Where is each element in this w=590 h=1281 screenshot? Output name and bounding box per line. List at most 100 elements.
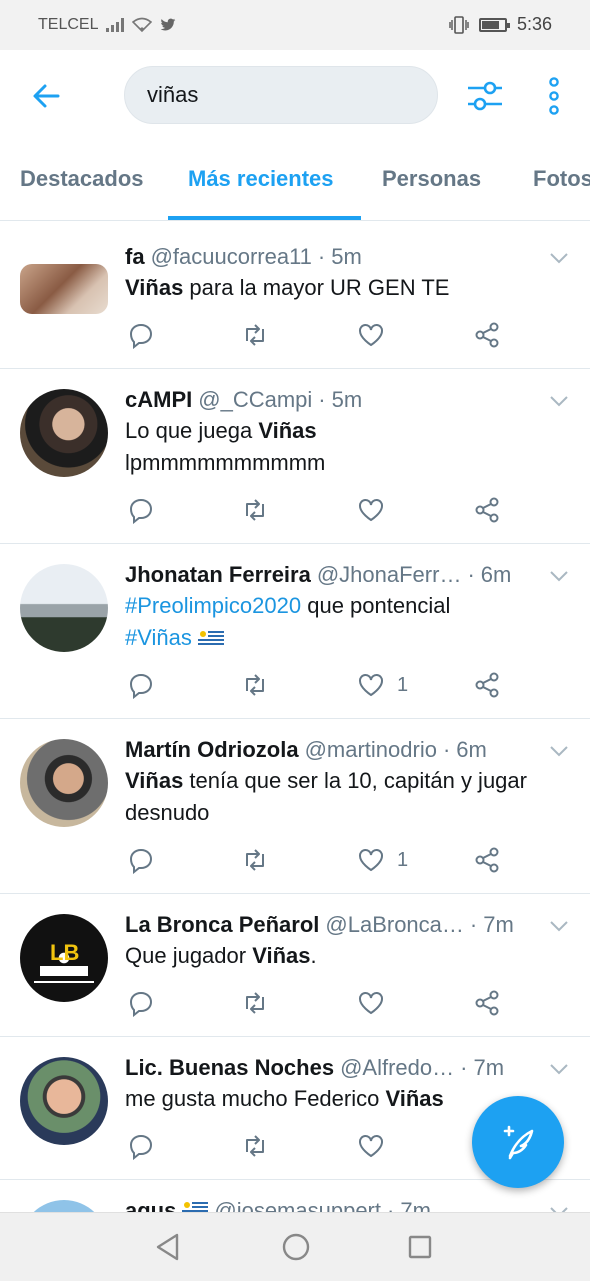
highlight-term: Viñas — [125, 275, 184, 300]
share-button[interactable] — [473, 320, 501, 350]
chevron-down-icon[interactable] — [550, 920, 568, 932]
reply-button[interactable] — [127, 320, 155, 350]
retweet-icon — [246, 1135, 264, 1157]
heart-icon — [359, 324, 383, 347]
tweet-item[interactable]: Jhonatan Ferreira @JhonaFerr… · 6m #Preo… — [0, 544, 590, 719]
avatar[interactable]: LB — [20, 914, 108, 1002]
reply-button[interactable] — [127, 670, 155, 700]
share-button[interactable] — [473, 988, 501, 1018]
nav-recents-icon[interactable] — [408, 1235, 432, 1259]
reply-button[interactable] — [127, 1131, 155, 1161]
svg-text:LB: LB — [50, 940, 79, 965]
reply-icon — [129, 991, 153, 1017]
like-button[interactable]: 1 — [357, 670, 408, 700]
separator-dot: · — [467, 562, 475, 587]
tab-personas[interactable]: Personas — [382, 166, 481, 192]
tweet-item[interactable]: fa @facuucorrea11 · 5m Viñas para la may… — [0, 222, 590, 369]
share-icon — [475, 847, 499, 873]
like-button[interactable] — [357, 495, 385, 525]
chevron-down-icon[interactable] — [550, 252, 568, 264]
share-button[interactable] — [473, 845, 501, 875]
display-name[interactable]: Martín Odriozola — [125, 737, 299, 763]
retweet-button[interactable] — [241, 845, 269, 875]
hashtag-link[interactable]: #Preolimpico2020 — [125, 593, 301, 618]
search-tabs: Destacados Más recientes Personas Fotos — [0, 142, 590, 221]
tab-fotos[interactable]: Fotos — [533, 166, 590, 192]
reply-button[interactable] — [127, 845, 155, 875]
tweet-header: Martín Odriozola @martinodrio · 6m — [125, 737, 526, 763]
share-button[interactable] — [473, 670, 501, 700]
like-button[interactable] — [357, 1131, 385, 1161]
tab-destacados[interactable]: Destacados — [20, 166, 144, 192]
user-handle[interactable]: @Alfredo… — [340, 1055, 454, 1081]
like-button[interactable] — [357, 988, 385, 1018]
tweet-text: Viñas para la mayor UR GEN TE — [125, 272, 568, 304]
avatar[interactable] — [20, 389, 108, 477]
share-button[interactable] — [473, 495, 501, 525]
back-arrow-icon[interactable] — [28, 78, 64, 114]
like-button[interactable] — [357, 320, 385, 350]
share-icon — [475, 990, 499, 1016]
tweet-time: 5m — [331, 244, 362, 269]
uruguay-flag-emoji — [182, 1200, 209, 1212]
display-name[interactable]: Lic. Buenas Noches — [125, 1055, 334, 1081]
text-segment: . — [310, 943, 317, 968]
retweet-button[interactable] — [241, 495, 269, 525]
chevron-down-icon[interactable] — [550, 745, 568, 757]
tweet-header: cAMPI @_CCampi · 5m — [125, 387, 526, 413]
tweet-time: 7m — [483, 912, 514, 937]
retweet-icon — [246, 674, 264, 696]
avatar[interactable] — [20, 564, 108, 652]
tweet-item[interactable]: Martín Odriozola @martinodrio · 6m Viñas… — [0, 719, 590, 894]
reply-icon — [129, 848, 153, 874]
user-handle[interactable]: @facuucorrea11 — [151, 244, 312, 270]
reply-button[interactable] — [127, 988, 155, 1018]
avatar[interactable] — [20, 264, 108, 314]
text-segment: que pontencial — [301, 593, 451, 618]
avatar[interactable] — [20, 739, 108, 827]
reply-icon — [129, 498, 153, 524]
chevron-down-icon[interactable] — [550, 395, 568, 407]
display-name[interactable]: cAMPI — [125, 387, 192, 413]
chevron-down-icon[interactable] — [550, 1063, 568, 1075]
text-segment: para la mayor UR GEN TE — [183, 275, 450, 300]
tweet-feed[interactable]: fa @facuucorrea11 · 5m Viñas para la may… — [0, 222, 590, 1212]
status-left: TELCEL — [38, 16, 176, 34]
avatar[interactable] — [20, 1057, 108, 1145]
user-handle[interactable]: @JhonaFerr… — [317, 562, 462, 588]
retweet-button[interactable] — [241, 1131, 269, 1161]
separator-dot: · — [469, 912, 478, 937]
compose-tweet-button[interactable] — [472, 1096, 564, 1188]
filter-settings-icon[interactable] — [466, 76, 504, 116]
user-handle[interactable]: @LaBronca… — [325, 912, 464, 938]
chevron-down-icon[interactable] — [550, 570, 568, 582]
uruguay-flag-emoji — [197, 629, 224, 647]
avatar[interactable] — [20, 1200, 108, 1212]
user-handle[interactable]: @martinodrio — [305, 737, 437, 763]
tweet-item[interactable]: cAMPI @_CCampi · 5m Lo que juega Viñas lp… — [0, 369, 590, 544]
display-name[interactable]: agus — [125, 1198, 176, 1212]
reply-button[interactable] — [127, 495, 155, 525]
search-input[interactable]: viñas — [124, 66, 438, 124]
heart-icon — [359, 674, 383, 697]
nav-home-icon[interactable] — [282, 1233, 310, 1261]
display-name[interactable]: Jhonatan Ferreira — [125, 562, 311, 588]
share-icon — [475, 672, 499, 698]
retweet-button[interactable] — [241, 320, 269, 350]
retweet-button[interactable] — [241, 670, 269, 700]
hashtag-link[interactable]: #Viñas — [125, 625, 192, 650]
user-handle[interactable]: @_CCampi — [198, 387, 312, 413]
retweet-button[interactable] — [241, 988, 269, 1018]
more-options-icon[interactable] — [546, 76, 562, 116]
retweet-icon — [246, 992, 264, 1014]
highlight-term: Viñas — [125, 768, 184, 793]
heart-icon — [359, 992, 383, 1015]
display-name[interactable]: fa — [125, 244, 145, 270]
tweet-item[interactable]: LB La Bronca Peñarol @LaBronca… · 7m Que… — [0, 894, 590, 1037]
like-count: 1 — [397, 848, 409, 871]
nav-back-icon[interactable] — [155, 1233, 181, 1261]
tab-mas-recientes[interactable]: Más recientes — [188, 166, 334, 192]
display-name[interactable]: La Bronca Peñarol — [125, 912, 319, 938]
user-handle[interactable]: @josemasuppert — [214, 1198, 381, 1212]
like-button[interactable]: 1 — [357, 845, 408, 875]
